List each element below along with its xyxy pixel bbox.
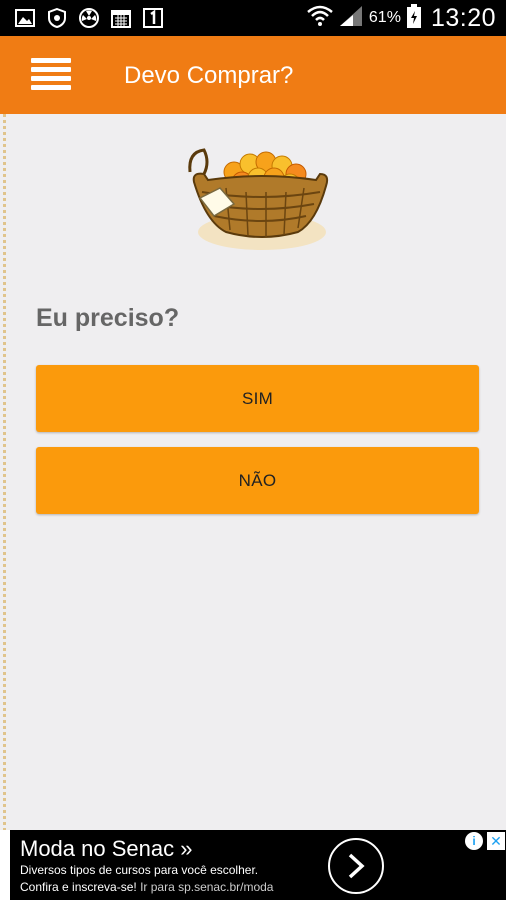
menu-icon[interactable] bbox=[31, 58, 71, 92]
signal-icon bbox=[339, 5, 363, 32]
ad-close-icon[interactable]: ✕ bbox=[487, 832, 505, 850]
main-content: Eu preciso? SIM NÃO bbox=[0, 114, 506, 830]
calendar-icon bbox=[110, 7, 132, 29]
status-bar: 61% 13:20 bbox=[0, 0, 506, 36]
wifi-icon bbox=[307, 5, 333, 32]
ad-info-icon[interactable]: i bbox=[465, 832, 483, 850]
yes-button[interactable]: SIM bbox=[36, 365, 479, 432]
battery-icon bbox=[406, 3, 421, 33]
ad-accent-bar bbox=[0, 830, 10, 900]
ad-cta-text: Confira e inscreva-se! bbox=[20, 880, 137, 894]
decorative-border bbox=[3, 114, 6, 830]
ad-url[interactable]: Ir para sp.senac.br/moda bbox=[140, 880, 273, 894]
notification-1-icon bbox=[142, 7, 164, 29]
no-button[interactable]: NÃO bbox=[36, 447, 479, 514]
app-title: Devo Comprar? bbox=[124, 62, 294, 89]
ad-cta-line: Confira e inscreva-se! Ir para sp.senac.… bbox=[20, 880, 273, 894]
ad-title[interactable]: Moda no Senac » bbox=[20, 836, 192, 862]
ad-banner[interactable]: Moda no Senac » Diversos tipos de cursos… bbox=[0, 830, 506, 900]
app-bar: Devo Comprar? bbox=[0, 36, 506, 114]
ad-description: Diversos tipos de cursos para você escol… bbox=[20, 863, 259, 877]
battery-percentage: 61% bbox=[368, 9, 401, 26]
clock: 13:20 bbox=[430, 3, 496, 32]
fruit-basket-image bbox=[186, 142, 332, 252]
radiation-icon bbox=[78, 7, 100, 29]
shield-icon bbox=[46, 7, 68, 29]
image-icon bbox=[14, 7, 36, 29]
chevron-right-icon[interactable] bbox=[328, 838, 384, 894]
question-label: Eu preciso? bbox=[36, 304, 180, 332]
